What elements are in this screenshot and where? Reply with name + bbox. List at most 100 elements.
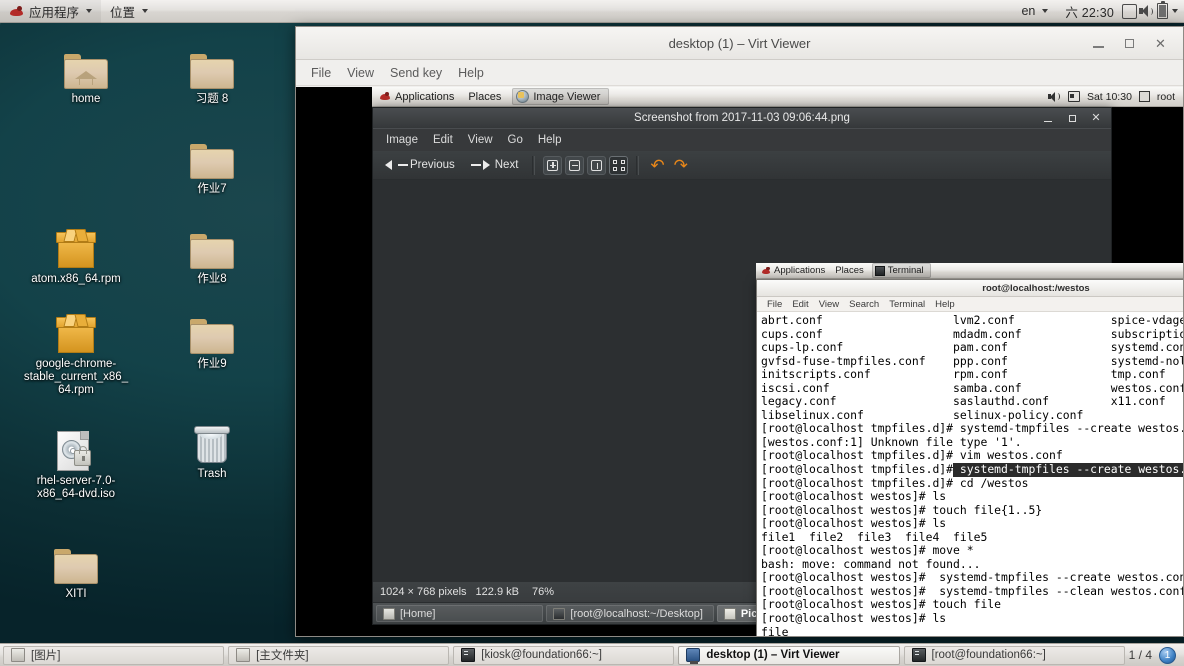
vm-taskbar-item-image-viewer[interactable]: Image Viewer [512, 88, 610, 105]
eog-menu-view[interactable]: View [461, 132, 500, 148]
terminal-menu-search[interactable]: Search [844, 298, 884, 311]
host-taskbar-item-pictures[interactable]: [图片] [3, 645, 225, 665]
host-taskbar-item-root-terminal[interactable]: [root@foundation66:~] [903, 645, 1125, 665]
chevron-down-icon [142, 9, 149, 13]
rpm-package-icon [21, 221, 131, 269]
terminal-title: root@localhost:/westos [982, 282, 1090, 294]
zoom-in-icon[interactable] [543, 155, 563, 175]
next-button[interactable]: Next [464, 156, 525, 174]
desktop-icon[interactable]: 习题 8 [157, 41, 267, 106]
terminal-menu-terminal[interactable]: Terminal [884, 298, 930, 311]
vm-user-label[interactable]: root [1157, 91, 1175, 103]
virt-viewer-titlebar[interactable]: desktop (1) – Virt Viewer ✕ [296, 27, 1183, 60]
toolbar-separator [636, 155, 640, 175]
eog-menu-image[interactable]: Image [379, 132, 425, 148]
image-viewer-icon [516, 90, 530, 103]
desktop-icon-label: 作业8 [197, 273, 227, 285]
rotate-left-icon[interactable]: ↶ [647, 157, 667, 174]
virt-menu-send-key[interactable]: Send key [383, 63, 449, 83]
host-clock[interactable]: 六 22:30 [1059, 2, 1120, 21]
host-taskbar-item-home[interactable]: [主文件夹] [228, 645, 450, 665]
desktop-icon[interactable]: atom.x86_64.rpm [21, 221, 131, 286]
desktop-icon[interactable]: 作业8 [157, 221, 267, 286]
host-workspace-badge[interactable]: 1 [1159, 646, 1176, 664]
toolbar-separator [532, 155, 536, 175]
minimize-icon[interactable] [1092, 37, 1105, 50]
image-filesize: 122.9 kB [475, 586, 519, 598]
chevron-down-icon [86, 9, 93, 13]
maximize-icon[interactable] [1065, 111, 1079, 125]
zoom-out-icon[interactable] [565, 155, 585, 175]
desktop-icon-label: XITI [65, 588, 87, 600]
virt-menu-help[interactable]: Help [451, 63, 491, 83]
desktop-icon[interactable]: home [31, 41, 141, 106]
redhat-logo-icon [379, 91, 391, 102]
chevron-down-icon[interactable] [1172, 9, 1178, 13]
vm-display-area[interactable]: Applications Places Image Viewer Sat 10:… [296, 87, 1183, 636]
eog-menu-help[interactable]: Help [531, 132, 569, 148]
vm-clock[interactable]: Sat 10:30 [1087, 91, 1132, 103]
desktop-icon[interactable]: 作业9 [157, 306, 267, 371]
image-viewer-titlebar[interactable]: Screenshot from 2017-11-03 09:06:44.png … [373, 108, 1111, 129]
terminal-titlebar[interactable]: root@localhost:/westos ✕ [757, 280, 1183, 297]
terminal-menu-file[interactable]: File [762, 298, 787, 311]
host-taskbar-item-virt-viewer[interactable]: desktop (1) – Virt Viewer [678, 645, 900, 665]
desktop-icon[interactable]: Trash [157, 416, 267, 481]
host-taskbar-label: [图片] [31, 650, 61, 662]
desktop-icon-label: 习题 8 [195, 93, 229, 105]
arrow-left-icon [385, 160, 392, 170]
vm-taskbar-item-home[interactable]: [Home] [376, 605, 544, 622]
terminal-menu-view[interactable]: View [814, 298, 844, 311]
host-applications-menu[interactable]: 应用程序 [0, 0, 102, 23]
virt-viewer-window[interactable]: desktop (1) – Virt Viewer ✕ File View Se… [295, 26, 1184, 637]
display-icon[interactable] [1122, 3, 1137, 19]
nested-applications-menu[interactable]: Applications [756, 263, 830, 279]
host-taskbar-label: desktop (1) – Virt Viewer [706, 649, 840, 661]
host-applications-label: 应用程序 [29, 5, 80, 20]
host-taskbar-item-kiosk-terminal[interactable]: [kiosk@foundation66:~] [453, 645, 675, 665]
keyboard-layout-indicator[interactable]: en [1012, 0, 1057, 23]
vm-places-menu[interactable]: Places [461, 87, 508, 107]
desktop-icon[interactable]: XITI [21, 536, 131, 601]
home-folder-icon [31, 41, 141, 89]
desktop-icon[interactable]: rhel-server-7.0-x86_64-dvd.iso [21, 423, 131, 501]
virt-menu-file[interactable]: File [304, 63, 338, 83]
vm-taskbar-item-label: Image Viewer [533, 90, 601, 103]
dots-icon [470, 164, 477, 166]
terminal-window[interactable]: root@localhost:/westos ✕ File Edit View … [756, 279, 1183, 636]
monitor-icon [686, 648, 701, 664]
host-places-menu[interactable]: 位置 [101, 0, 157, 23]
virt-viewer-window-controls: ✕ [1092, 37, 1183, 50]
vm-applications-menu[interactable]: Applications [372, 87, 461, 107]
terminal-menu-edit[interactable]: Edit [787, 298, 813, 311]
virt-viewer-title: desktop (1) – Virt Viewer [668, 35, 811, 51]
close-icon[interactable]: ✕ [1154, 37, 1167, 50]
terminal-output-area[interactable]: abrt.conf lvm2.conf spice-vdagentd.conf … [757, 313, 1183, 636]
nested-taskbar-item-terminal[interactable]: Terminal [871, 263, 931, 278]
minimize-icon[interactable] [1041, 111, 1055, 125]
best-fit-icon[interactable] [609, 155, 629, 175]
user-icon [1138, 91, 1150, 102]
vm-taskbar-item-root-desktop[interactable]: [root@localhost:~/Desktop] [546, 605, 714, 622]
desktop-icon[interactable]: 作业7 [157, 131, 267, 196]
host-workspace-area: 1 / 4 1 [1129, 646, 1181, 664]
volume-icon[interactable] [1047, 91, 1061, 102]
battery-icon[interactable] [1157, 0, 1168, 19]
desktop-icon[interactable]: google-chrome-stable_current_x86_64.rpm [21, 306, 131, 397]
dots-icon [398, 164, 404, 166]
virt-menu-view[interactable]: View [340, 63, 381, 83]
folder-icon [157, 131, 267, 179]
terminal-menu-help[interactable]: Help [930, 298, 960, 311]
close-icon[interactable]: ✕ [1089, 111, 1103, 125]
eog-menu-edit[interactable]: Edit [426, 132, 460, 148]
vm-gnome-panel: Applications Places Image Viewer Sat 10:… [372, 87, 1183, 107]
rotate-right-icon[interactable]: ↷ [671, 157, 691, 174]
network-icon[interactable] [1067, 91, 1080, 102]
nested-places-menu[interactable]: Places [830, 263, 869, 279]
normal-size-icon[interactable] [587, 155, 607, 175]
eog-menu-go[interactable]: Go [501, 132, 530, 148]
previous-label: Previous [410, 159, 455, 171]
volume-icon[interactable] [1139, 4, 1155, 18]
previous-button[interactable]: Previous [379, 156, 461, 174]
maximize-icon[interactable] [1123, 37, 1136, 50]
